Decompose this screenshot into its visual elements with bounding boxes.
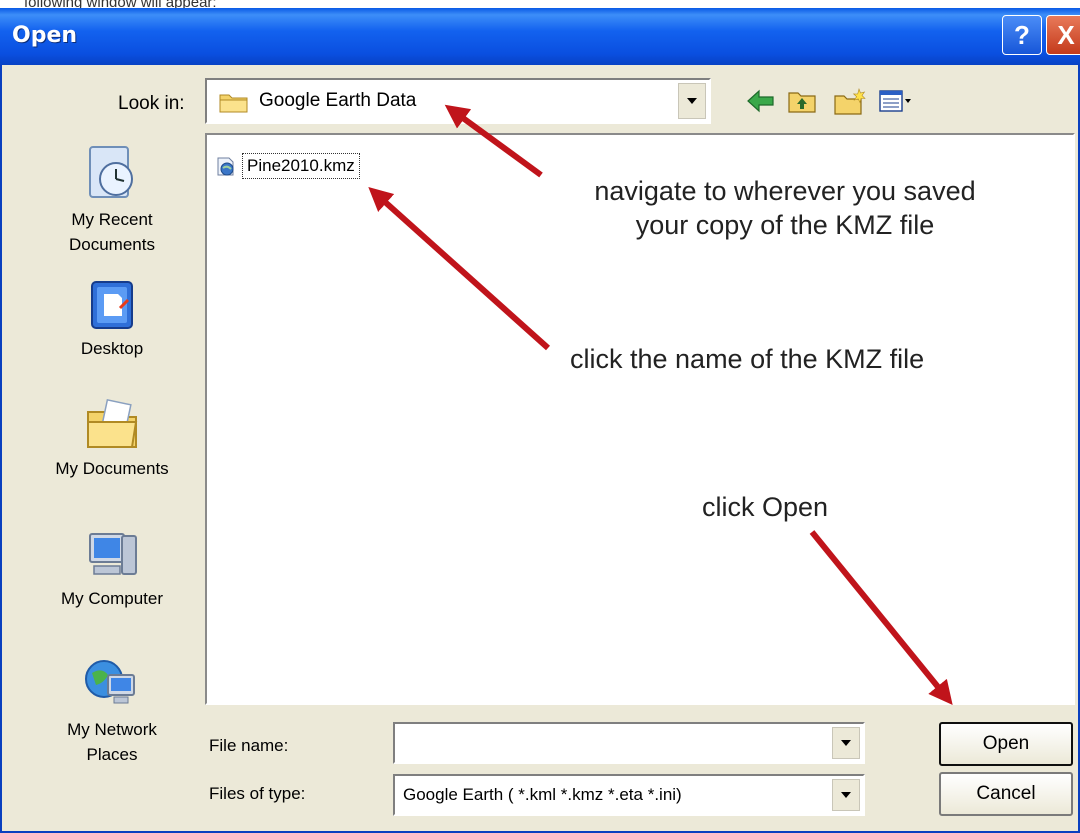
kmz-file-icon <box>217 157 234 176</box>
look-in-value: Google Earth Data <box>259 90 417 111</box>
annotation-text: your copy of the KMZ file <box>635 210 935 240</box>
files-of-type-label: Files of type: <box>209 784 306 803</box>
place-label: My Documents <box>55 459 169 478</box>
up-folder-icon[interactable] <box>787 88 817 114</box>
annotation-text: navigate to wherever you saved <box>594 176 976 206</box>
files-of-type-dropdown-button[interactable] <box>832 779 860 811</box>
look-in-dropdown[interactable]: Google Earth Data <box>205 78 711 124</box>
file-name[interactable]: Pine2010.kmz <box>242 153 360 179</box>
cancel-button[interactable]: Cancel <box>939 772 1073 816</box>
views-menu-icon[interactable] <box>878 88 912 114</box>
annotation-click-name: click the name of the KMZ file <box>570 344 925 374</box>
chevron-down-icon <box>687 98 697 104</box>
recent-documents-icon <box>89 146 133 198</box>
place-label: My Network <box>67 720 157 739</box>
folder-icon <box>219 94 248 113</box>
open-dialog: Open ? X Look in: Google Earth Data My R… <box>0 8 1080 833</box>
network-places-icon <box>85 660 135 704</box>
back-arrow-icon[interactable] <box>746 88 776 114</box>
annotation-navigate: navigate to wherever you saved your copy… <box>560 174 1010 242</box>
look-in-label: Look in: <box>118 93 185 114</box>
place-recent-documents[interactable]: My Recent Documents <box>22 143 202 257</box>
desktop-icon <box>91 281 133 329</box>
my-documents-icon <box>87 398 138 448</box>
my-computer-icon <box>89 533 137 575</box>
help-button[interactable]: ? <box>1002 15 1042 55</box>
file-name-dropdown-button[interactable] <box>832 727 860 759</box>
place-label: Desktop <box>80 339 144 358</box>
place-label: Documents <box>69 235 155 254</box>
close-button[interactable]: X <box>1046 15 1080 55</box>
files-of-type-select[interactable]: Google Earth ( *.kml *.kmz *.eta *.ini) <box>393 774 865 816</box>
place-my-computer[interactable]: My Computer <box>22 528 202 611</box>
place-label: Places <box>86 745 138 764</box>
place-my-documents[interactable]: My Documents <box>22 398 202 481</box>
chevron-down-icon <box>841 792 851 798</box>
dialog-title: Open <box>12 23 78 48</box>
places-bar: My Recent Documents Desktop My Documents <box>22 133 192 818</box>
place-network-places[interactable]: My Network Places <box>22 653 202 767</box>
title-bar[interactable]: Open ? X <box>0 8 1080 65</box>
files-of-type-value: Google Earth ( *.kml *.kmz *.eta *.ini) <box>403 785 682 804</box>
open-button[interactable]: Open <box>939 722 1073 766</box>
look-in-dropdown-button[interactable] <box>678 83 706 119</box>
place-label: My Computer <box>60 589 164 608</box>
new-folder-icon[interactable] <box>833 88 867 116</box>
chevron-down-icon <box>841 740 851 746</box>
file-name-input[interactable] <box>393 722 865 764</box>
list-item[interactable]: Pine2010.kmz <box>215 153 360 179</box>
place-label: My Recent <box>71 210 153 229</box>
place-desktop[interactable]: Desktop <box>22 278 202 361</box>
file-name-label: File name: <box>209 736 289 755</box>
annotation-click-open: click Open <box>702 492 829 522</box>
